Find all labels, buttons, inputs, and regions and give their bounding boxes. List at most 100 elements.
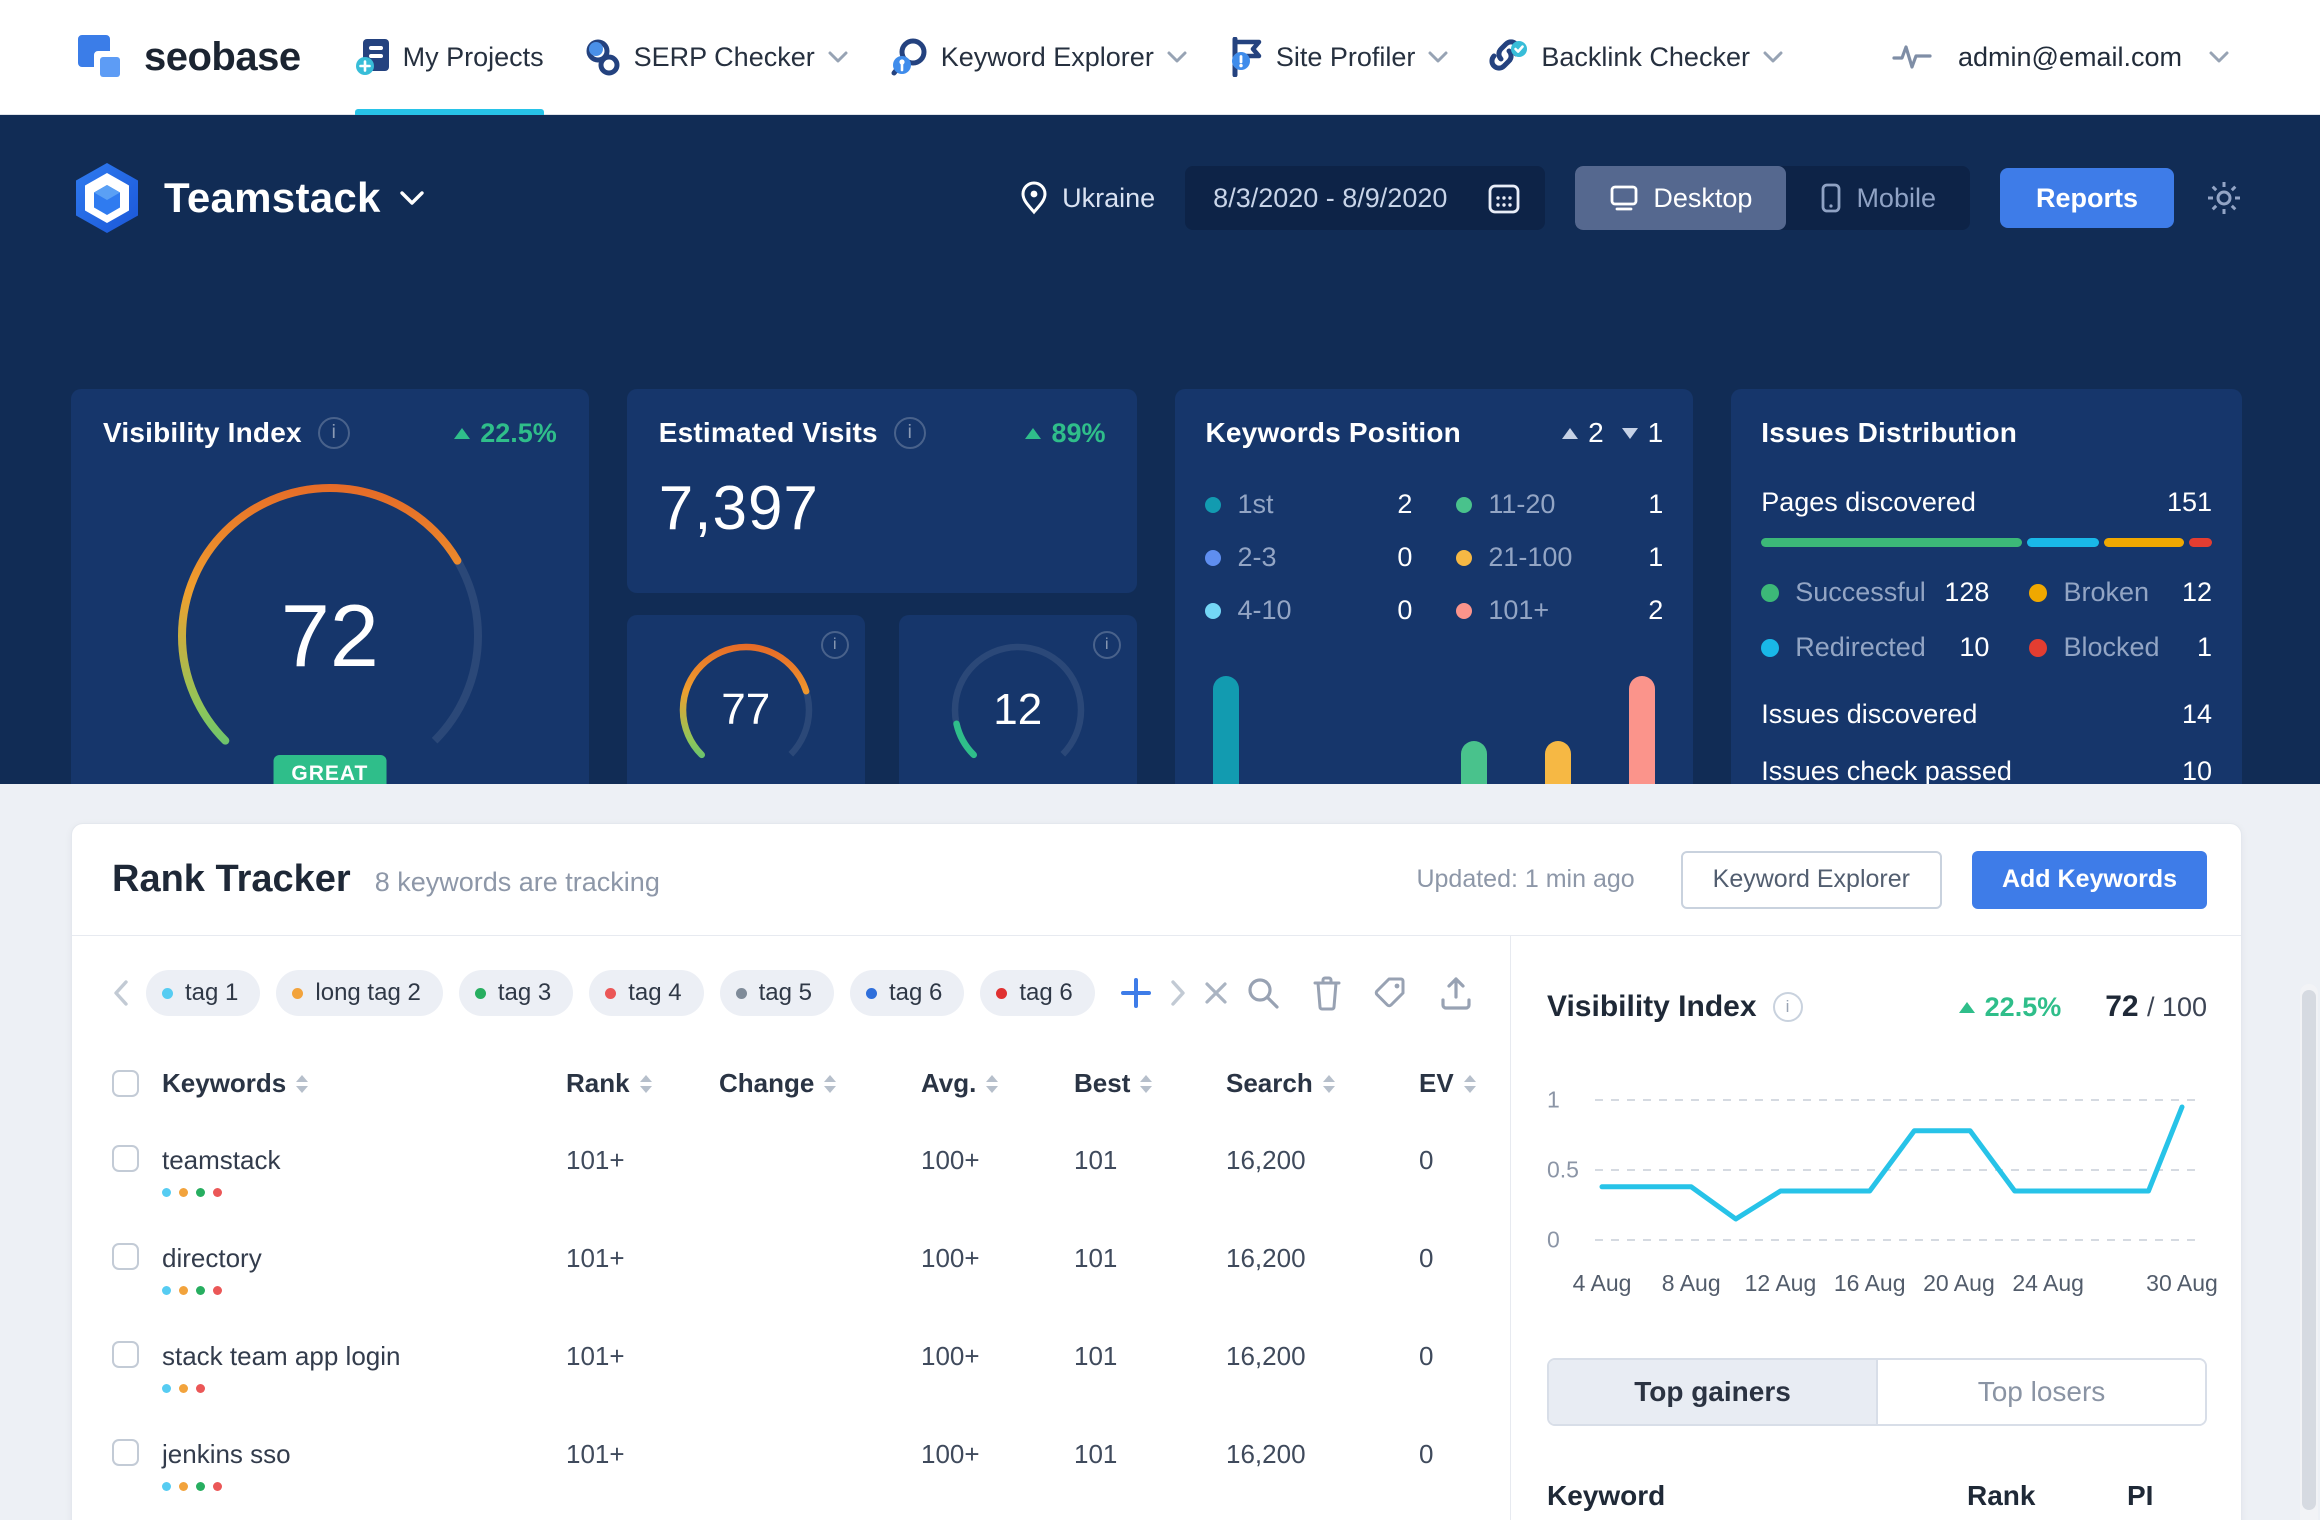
chevron-down-icon bbox=[1762, 50, 1784, 64]
nav-item-my-projects[interactable]: My Projects bbox=[355, 0, 544, 115]
visibility-delta: 22.5% bbox=[454, 418, 557, 449]
mobile-icon bbox=[1820, 183, 1842, 213]
location-pin-icon bbox=[1020, 181, 1048, 215]
site-profiler-icon bbox=[1228, 37, 1264, 77]
issues-check-passed-label: Issues check passed bbox=[1761, 756, 2012, 787]
table-toolbar bbox=[1245, 975, 1473, 1011]
kpi-cards-row: Visibility Index i 22.5% bbox=[71, 389, 2242, 840]
delete-trash-icon[interactable] bbox=[1311, 975, 1343, 1011]
column-header-ev[interactable]: EV bbox=[1419, 1068, 1509, 1099]
row-checkbox[interactable] bbox=[112, 1243, 139, 1270]
settings-gear-icon[interactable] bbox=[2204, 178, 2244, 218]
column-header-keywords[interactable]: Keywords bbox=[162, 1068, 566, 1099]
info-icon[interactable]: i bbox=[1773, 992, 1803, 1022]
legend-item: 4-100 bbox=[1205, 595, 1412, 626]
keyword-explorer-icon bbox=[889, 37, 929, 77]
brand-logo[interactable]: seobase bbox=[74, 31, 301, 83]
row-checkbox[interactable] bbox=[112, 1341, 139, 1368]
tags-scroll-right-icon[interactable] bbox=[1169, 979, 1187, 1007]
info-icon[interactable]: i bbox=[821, 631, 849, 659]
tag-pill[interactable]: tag 1 bbox=[146, 970, 260, 1016]
visibility-index-card: Visibility Index i 22.5% bbox=[71, 389, 589, 840]
project-header-row: Teamstack Ukraine 8/3/2020 - 8/9/2020 bbox=[0, 115, 2320, 235]
select-all-checkbox[interactable] bbox=[112, 1070, 139, 1097]
legend-item: 11-201 bbox=[1456, 489, 1663, 520]
project-switcher-chevron-icon[interactable] bbox=[399, 190, 425, 206]
keyword-tag-dots bbox=[162, 1384, 566, 1393]
tag-label-icon[interactable] bbox=[1373, 975, 1409, 1011]
row-checkbox[interactable] bbox=[112, 1145, 139, 1172]
date-range-picker[interactable]: 8/3/2020 - 8/9/2020 bbox=[1185, 166, 1545, 230]
column-header-rank[interactable]: Rank bbox=[566, 1068, 719, 1099]
clear-tags-icon[interactable] bbox=[1203, 980, 1229, 1006]
table-row[interactable]: stack team app login 101+ 100+ 101 16,20… bbox=[112, 1341, 1510, 1393]
tags-scroll-left-icon[interactable] bbox=[112, 979, 130, 1007]
gainers-list-header: Keyword Rank PI bbox=[1547, 1480, 2207, 1512]
serp-checker-icon bbox=[584, 37, 622, 77]
tag-pill[interactable]: tag 5 bbox=[720, 970, 834, 1016]
tag-pill[interactable]: long tag 2 bbox=[276, 970, 442, 1016]
issues-check-passed-value: 10 bbox=[2182, 756, 2212, 787]
scrollbar-thumb[interactable] bbox=[2302, 990, 2316, 1510]
device-toggle-desktop[interactable]: Desktop bbox=[1575, 166, 1786, 230]
tag-pill[interactable]: tag 3 bbox=[459, 970, 573, 1016]
keyword-tag-dots bbox=[162, 1286, 566, 1295]
info-icon[interactable]: i bbox=[1093, 631, 1121, 659]
change-value bbox=[719, 1341, 921, 1393]
device-toggle: Desktop Mobile bbox=[1575, 166, 1970, 230]
change-value bbox=[719, 1145, 921, 1197]
column-header-search[interactable]: Search bbox=[1226, 1068, 1419, 1099]
account-email[interactable]: admin@email.com bbox=[1958, 42, 2182, 73]
search-icon[interactable] bbox=[1245, 975, 1281, 1011]
legend-item: 2-30 bbox=[1205, 542, 1412, 573]
ev-value: 0 bbox=[1419, 1145, 1509, 1197]
column-header-avg[interactable]: Avg. bbox=[921, 1068, 1074, 1099]
spam-score-value: 12 bbox=[993, 685, 1042, 735]
column-header-best[interactable]: Best bbox=[1074, 1068, 1226, 1099]
project-overview-hero: Teamstack Ukraine 8/3/2020 - 8/9/2020 bbox=[0, 115, 2320, 784]
seobase-logo-icon bbox=[74, 31, 126, 83]
nav-item-keyword-explorer[interactable]: Keyword Explorer bbox=[889, 0, 1188, 115]
tab-top-losers[interactable]: Top losers bbox=[1878, 1360, 2205, 1424]
tag-pill[interactable]: tag 4 bbox=[589, 970, 703, 1016]
card-title: Issues Distribution bbox=[1761, 417, 2017, 448]
card-title: Keywords Position bbox=[1205, 417, 1460, 449]
mobile-label: Mobile bbox=[1856, 183, 1936, 214]
table-row[interactable]: teamstack 101+ 100+ 101 16,200 0 bbox=[112, 1145, 1510, 1197]
legend-item: Broken12 bbox=[2029, 577, 2212, 608]
column-header-change[interactable]: Change bbox=[719, 1068, 921, 1099]
tag-pill[interactable]: tag 6 bbox=[850, 970, 964, 1016]
nav-item-serp-checker[interactable]: SERP Checker bbox=[584, 0, 849, 115]
info-icon[interactable]: i bbox=[318, 417, 350, 449]
table-row[interactable]: directory 101+ 100+ 101 16,200 0 bbox=[112, 1243, 1510, 1295]
location-selector[interactable]: Ukraine bbox=[1020, 181, 1155, 215]
add-keywords-button[interactable]: Add Keywords bbox=[1972, 851, 2207, 909]
nav-item-backlink-checker[interactable]: Backlink Checker bbox=[1489, 0, 1784, 115]
projects-icon bbox=[355, 37, 391, 77]
row-checkbox[interactable] bbox=[112, 1439, 139, 1466]
sort-icon bbox=[824, 1075, 836, 1093]
tag-pill[interactable]: tag 6 bbox=[980, 970, 1094, 1016]
estimated-visits-value: 7,397 bbox=[659, 473, 1106, 544]
best-value: 101 bbox=[1074, 1145, 1226, 1197]
arrow-up-icon bbox=[454, 428, 470, 439]
export-upload-icon[interactable] bbox=[1439, 975, 1473, 1011]
nav-item-site-profiler[interactable]: Site Profiler bbox=[1228, 0, 1450, 115]
reports-button[interactable]: Reports bbox=[2000, 168, 2174, 228]
chevron-down-icon bbox=[1166, 50, 1188, 64]
chevron-down-icon[interactable] bbox=[2208, 50, 2230, 64]
info-icon[interactable]: i bbox=[894, 417, 926, 449]
card-title: Estimated Visits bbox=[659, 417, 878, 449]
change-value bbox=[719, 1243, 921, 1295]
tab-top-gainers[interactable]: Top gainers bbox=[1549, 1360, 1878, 1424]
date-range-value: 8/3/2020 - 8/9/2020 bbox=[1213, 183, 1447, 214]
panel-score: 72 / 100 bbox=[2105, 990, 2207, 1024]
keyword-explorer-button[interactable]: Keyword Explorer bbox=[1681, 851, 1942, 909]
device-toggle-mobile[interactable]: Mobile bbox=[1786, 166, 1970, 230]
sort-icon bbox=[640, 1075, 652, 1093]
activity-pulse-icon[interactable] bbox=[1892, 42, 1932, 72]
page-scrollbar[interactable] bbox=[2300, 984, 2318, 1520]
add-tag-icon[interactable] bbox=[1119, 976, 1153, 1010]
keyword-tag-dots bbox=[162, 1482, 566, 1491]
table-row[interactable]: jenkins sso 101+ 100+ 101 16,200 0 bbox=[112, 1439, 1510, 1491]
